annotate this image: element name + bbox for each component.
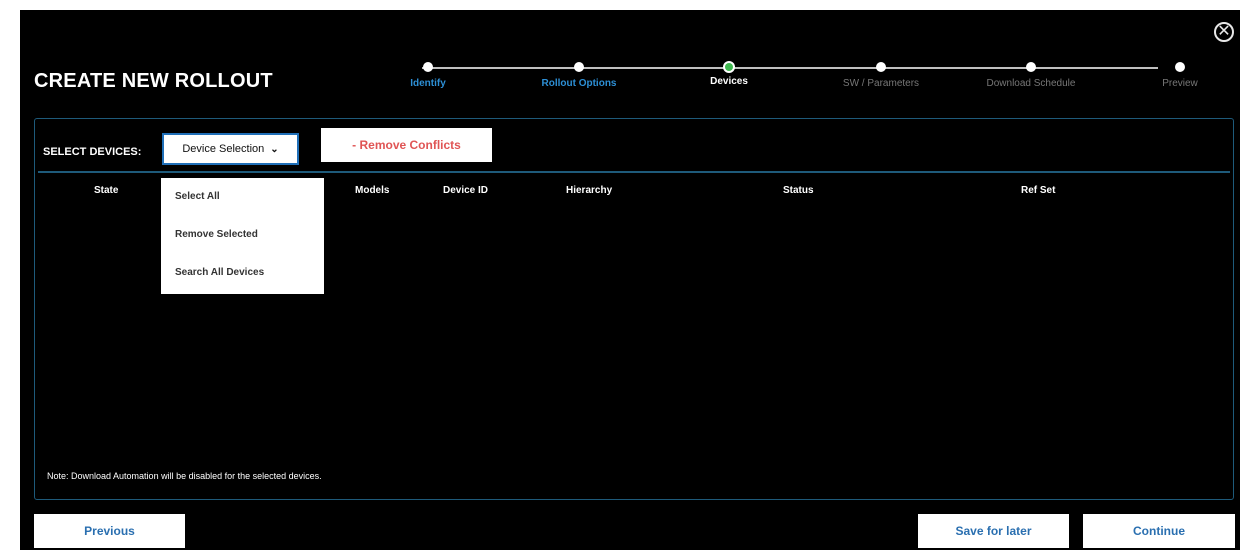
step-dot (574, 62, 584, 72)
automation-note: Note: Download Automation will be disabl… (47, 471, 322, 481)
step-label: SW / Parameters (842, 78, 920, 89)
step-label: Devices (710, 76, 748, 87)
select-devices-label: SELECT DEVICES: (43, 146, 142, 158)
previous-button[interactable]: Previous (34, 514, 185, 548)
menu-item-remove-selected[interactable]: Remove Selected (161, 216, 324, 254)
step-dot (876, 62, 886, 72)
step-devices[interactable]: Devices (674, 62, 784, 87)
close-icon[interactable]: ✕ (1214, 22, 1234, 42)
save-for-later-button[interactable]: Save for later (918, 514, 1069, 548)
step-sw-parameters[interactable]: SW / Parameters (826, 62, 936, 89)
table-header-divider (38, 171, 1230, 173)
column-header-state[interactable]: State (94, 185, 118, 196)
menu-item-select-all[interactable]: Select All (161, 178, 324, 216)
step-identify[interactable]: Identify (373, 62, 483, 89)
device-selection-label: Device Selection (182, 143, 265, 155)
column-header-status[interactable]: Status (783, 185, 814, 196)
create-rollout-modal: ✕ CREATE NEW ROLLOUT Identify Rollout Op… (20, 10, 1240, 550)
step-dot-active (725, 63, 733, 71)
column-header-device-id[interactable]: Device ID (443, 185, 488, 196)
step-preview[interactable]: Preview (1125, 62, 1235, 89)
column-header-models[interactable]: Models (355, 185, 389, 196)
column-header-ref-set[interactable]: Ref Set (1021, 185, 1055, 196)
step-label: Preview (1162, 78, 1198, 89)
chevron-down-icon: ⌄ (270, 143, 279, 155)
step-download-schedule[interactable]: Download Schedule (976, 62, 1086, 89)
device-selection-menu: Select All Remove Selected Search All De… (161, 178, 324, 294)
menu-item-search-all-devices[interactable]: Search All Devices (161, 254, 324, 292)
device-selection-dropdown[interactable]: Device Selection ⌄ (162, 133, 299, 165)
progress-stepper: Identify Rollout Options Devices SW / Pa… (388, 62, 1198, 102)
step-dot (1026, 62, 1036, 72)
column-header-hierarchy[interactable]: Hierarchy (566, 185, 612, 196)
step-rollout-options[interactable]: Rollout Options (524, 62, 634, 89)
continue-button[interactable]: Continue (1083, 514, 1235, 548)
step-label: Rollout Options (541, 78, 617, 89)
page-title: CREATE NEW ROLLOUT (34, 70, 273, 92)
step-label: Download Schedule (986, 78, 1076, 89)
step-dot (1175, 62, 1185, 72)
step-dot (423, 62, 433, 72)
step-label: Identify (410, 78, 446, 89)
remove-conflicts-button[interactable]: - Remove Conflicts (321, 128, 492, 162)
devices-panel: SELECT DEVICES: Device Selection ⌄ - Rem… (34, 118, 1234, 500)
